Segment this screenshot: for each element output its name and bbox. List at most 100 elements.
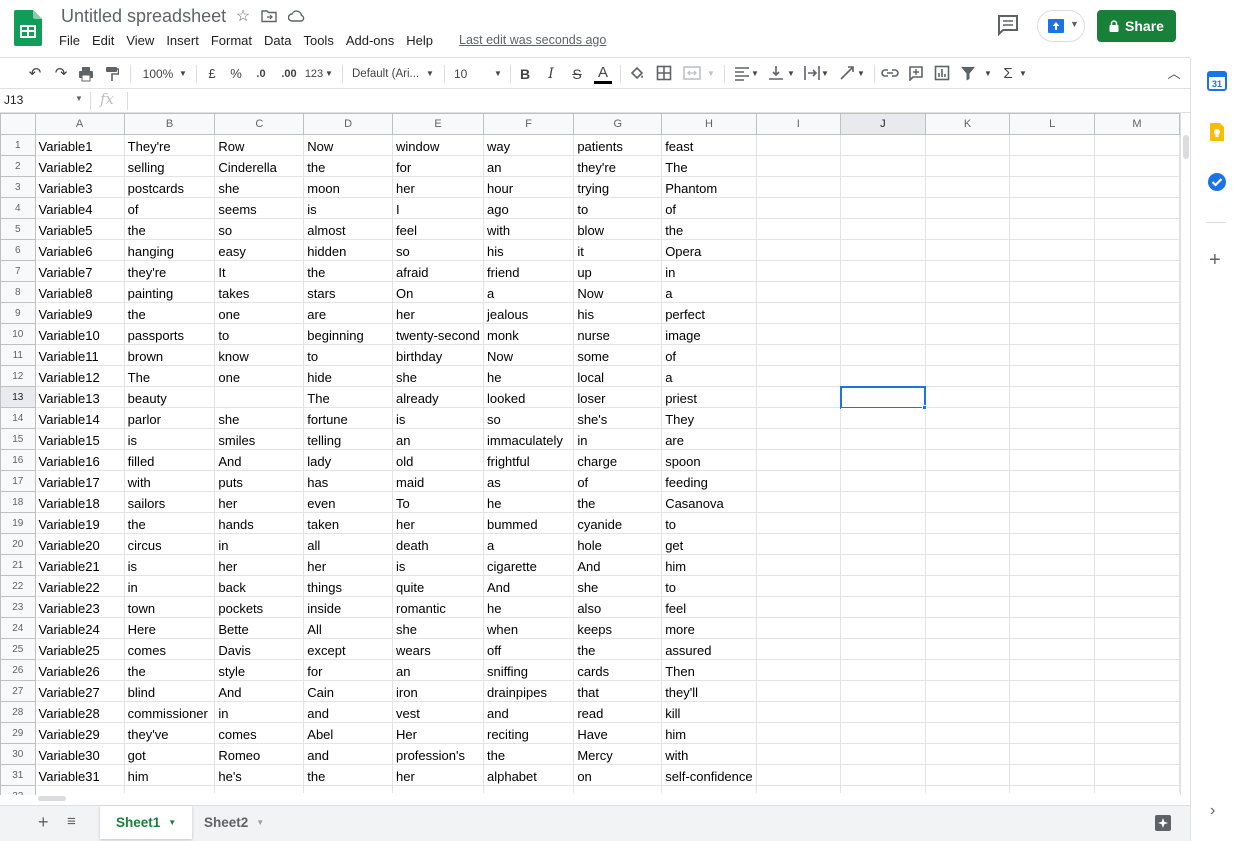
cell-b28[interactable]: commissioner bbox=[123, 701, 216, 723]
cell-b25[interactable]: comes bbox=[123, 638, 216, 660]
cell-c13[interactable] bbox=[214, 386, 305, 408]
cell-b24[interactable]: Here bbox=[123, 617, 216, 639]
cell-d15[interactable]: telling bbox=[303, 428, 394, 450]
cell-c27[interactable]: And bbox=[214, 680, 305, 702]
menu-tools[interactable]: Tools bbox=[297, 31, 339, 50]
borders-icon[interactable] bbox=[656, 65, 672, 81]
row-header[interactable]: 19 bbox=[0, 512, 36, 534]
column-header-c[interactable]: C bbox=[214, 113, 305, 135]
cell-h18[interactable]: Casanova bbox=[661, 491, 757, 513]
cell-g17[interactable]: of bbox=[573, 470, 663, 492]
cell-f5[interactable]: with bbox=[482, 218, 575, 240]
cell-e16[interactable]: old bbox=[392, 449, 484, 471]
cell-e22[interactable]: quite bbox=[392, 575, 484, 597]
cell-a1[interactable]: Variable1 bbox=[34, 134, 125, 156]
cell-m9[interactable] bbox=[1094, 302, 1180, 324]
row-header[interactable]: 32 bbox=[0, 785, 36, 795]
cell-d13[interactable]: The bbox=[303, 386, 394, 408]
cell-m8[interactable] bbox=[1094, 281, 1180, 303]
cell-k13[interactable] bbox=[924, 386, 1011, 408]
cell-m29[interactable] bbox=[1094, 722, 1180, 744]
sheet-tab-sheet1[interactable]: Sheet1 ▼ bbox=[100, 806, 193, 839]
cell-d11[interactable]: to bbox=[303, 344, 394, 366]
row-header[interactable]: 5 bbox=[0, 218, 36, 240]
cell-j14[interactable] bbox=[840, 407, 926, 429]
functions-button[interactable]: Σ bbox=[1000, 64, 1016, 84]
cell-k14[interactable] bbox=[924, 407, 1011, 429]
filter-icon[interactable] bbox=[960, 65, 976, 81]
more-formats-button[interactable]: 123 bbox=[303, 64, 325, 84]
cell-l18[interactable] bbox=[1009, 491, 1096, 513]
cell-f25[interactable]: off bbox=[482, 638, 575, 660]
row-header[interactable]: 13 bbox=[0, 386, 36, 408]
cell-h19[interactable]: to bbox=[661, 512, 757, 534]
cell-a6[interactable]: Variable6 bbox=[34, 239, 125, 261]
undo-icon[interactable]: ↶ bbox=[26, 64, 44, 84]
cell-c15[interactable]: smiles bbox=[214, 428, 305, 450]
cell-e11[interactable]: birthday bbox=[392, 344, 484, 366]
cell-a14[interactable]: Variable14 bbox=[34, 407, 125, 429]
cell-g4[interactable]: to bbox=[573, 197, 663, 219]
cell-e17[interactable]: maid bbox=[392, 470, 484, 492]
menu-add-ons[interactable]: Add-ons bbox=[340, 31, 400, 50]
cell-m28[interactable] bbox=[1094, 701, 1180, 723]
cell-e7[interactable]: afraid bbox=[392, 260, 484, 282]
calendar-icon[interactable]: 31 bbox=[1207, 71, 1227, 91]
cell-d7[interactable]: the bbox=[303, 260, 394, 282]
row-header[interactable]: 29 bbox=[0, 722, 36, 744]
cell-l9[interactable] bbox=[1009, 302, 1096, 324]
cell-f15[interactable]: immaculately bbox=[482, 428, 575, 450]
cell-h16[interactable]: spoon bbox=[661, 449, 757, 471]
cell-e14[interactable]: is bbox=[392, 407, 484, 429]
cloud-status-icon[interactable] bbox=[288, 10, 305, 22]
cell-f23[interactable]: he bbox=[482, 596, 575, 618]
row-header[interactable]: 17 bbox=[0, 470, 36, 492]
cell-a23[interactable]: Variable23 bbox=[34, 596, 125, 618]
cell-e2[interactable]: for bbox=[392, 155, 484, 177]
menu-file[interactable]: File bbox=[53, 31, 86, 50]
cell-b23[interactable]: town bbox=[123, 596, 216, 618]
cell-b17[interactable]: with bbox=[123, 470, 216, 492]
cell-e24[interactable]: she bbox=[392, 617, 484, 639]
cell-b8[interactable]: painting bbox=[123, 281, 216, 303]
sheet-tab-sheet2[interactable]: Sheet2 ▼ bbox=[188, 806, 280, 839]
cell-m2[interactable] bbox=[1094, 155, 1180, 177]
move-folder-icon[interactable] bbox=[261, 9, 277, 23]
horizontal-scrollbar[interactable] bbox=[36, 793, 1180, 805]
cell-i11[interactable] bbox=[755, 344, 842, 366]
row-header[interactable]: 24 bbox=[0, 617, 36, 639]
row-header[interactable]: 11 bbox=[0, 344, 36, 366]
cell-j2[interactable] bbox=[840, 155, 926, 177]
cell-k26[interactable] bbox=[924, 659, 1011, 681]
cell-c3[interactable]: she bbox=[214, 176, 305, 198]
cell-i9[interactable] bbox=[755, 302, 842, 324]
cell-c4[interactable]: seems bbox=[214, 197, 305, 219]
cell-e20[interactable]: death bbox=[392, 533, 484, 555]
cell-j15[interactable] bbox=[840, 428, 926, 450]
cell-b14[interactable]: parlor bbox=[123, 407, 216, 429]
cell-l7[interactable] bbox=[1009, 260, 1096, 282]
cell-f2[interactable]: an bbox=[482, 155, 575, 177]
cell-h2[interactable]: The bbox=[661, 155, 757, 177]
cell-a31[interactable]: Variable31 bbox=[34, 764, 125, 786]
cell-j19[interactable] bbox=[840, 512, 926, 534]
column-header-d[interactable]: D bbox=[303, 113, 394, 135]
text-color-button[interactable]: A bbox=[594, 64, 612, 84]
cell-h9[interactable]: perfect bbox=[661, 302, 757, 324]
cell-e21[interactable]: is bbox=[392, 554, 484, 576]
cell-j1[interactable] bbox=[840, 134, 926, 156]
column-header-m[interactable]: M bbox=[1094, 113, 1180, 135]
cell-c2[interactable]: Cinderella bbox=[214, 155, 305, 177]
cell-l2[interactable] bbox=[1009, 155, 1096, 177]
star-icon[interactable]: ☆ bbox=[234, 8, 252, 26]
cell-c11[interactable]: know bbox=[214, 344, 305, 366]
cell-f20[interactable]: a bbox=[482, 533, 575, 555]
row-header[interactable]: 20 bbox=[0, 533, 36, 555]
cell-m24[interactable] bbox=[1094, 617, 1180, 639]
cell-h12[interactable]: a bbox=[661, 365, 757, 387]
get-add-ons-plus-icon[interactable]: + bbox=[1209, 250, 1221, 270]
cell-f3[interactable]: hour bbox=[482, 176, 575, 198]
cell-i21[interactable] bbox=[755, 554, 842, 576]
cell-j25[interactable] bbox=[840, 638, 926, 660]
cell-d6[interactable]: hidden bbox=[303, 239, 394, 261]
